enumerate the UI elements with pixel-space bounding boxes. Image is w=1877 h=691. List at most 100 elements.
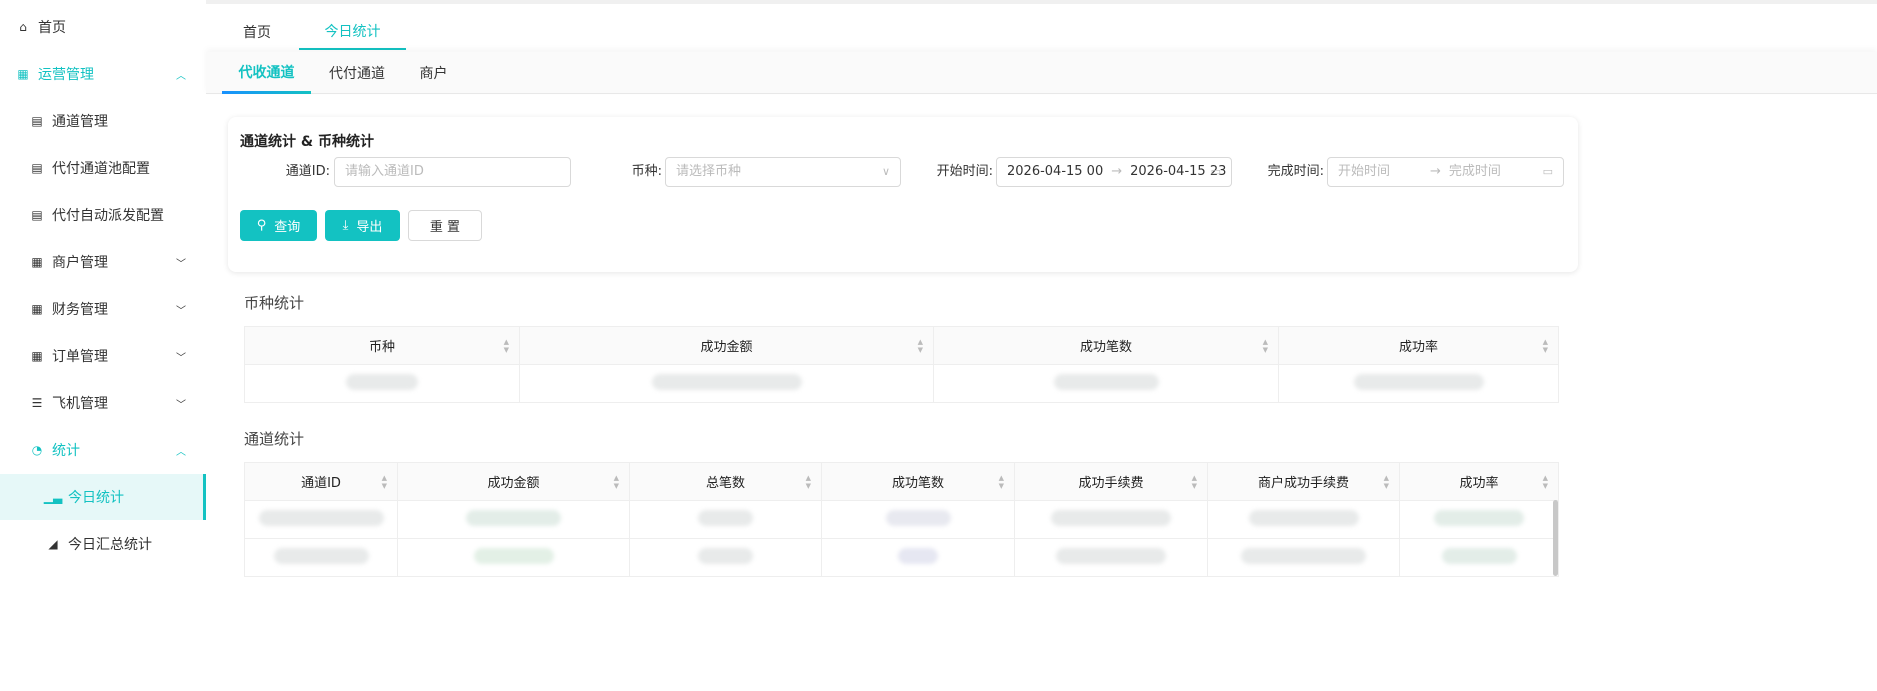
sidebar-item-payout-pool[interactable]: ▤ 代付通道池配置 [0, 145, 206, 191]
chevron-down-icon: ﹀ [176, 258, 186, 270]
grid-icon: ▦ [31, 349, 43, 363]
sidebar-item-merchant-management[interactable]: ▦ 商户管理 ﹀ [0, 239, 206, 285]
reset-button[interactable]: 重 置 [408, 210, 482, 241]
grid-icon: ▦ [17, 67, 29, 81]
channel-stats-title: 通道统计 [244, 430, 305, 448]
sidebar: ⌂ 首页 ▦ 运营管理 ︿ ▤ 通道管理 ▤ 代付通道池配置 ▤ 代付自动派发配置 ▦ 商户管… [0, 0, 206, 691]
bar-chart-icon: ▁▃ [43, 490, 63, 504]
tab-collection-channel[interactable]: 代收通道 [222, 52, 311, 94]
sidebar-item-statistics[interactable]: ◔ 统计 ︿ [0, 427, 206, 473]
redacted-cell [1248, 509, 1359, 526]
column-header[interactable]: 成功率 ▲ ▼ [1399, 462, 1559, 501]
sidebar-item-today-summary[interactable]: ◢ 今日汇总统计 [0, 521, 206, 567]
redacted-cell [1434, 509, 1524, 526]
sort-icon[interactable]: ▲ ▼ [1263, 338, 1268, 354]
calendar-icon: ▭ [1210, 165, 1221, 178]
sort-icon[interactable]: ▲ ▼ [614, 474, 619, 490]
tab-merchant[interactable]: 商户 [406, 52, 461, 94]
currency-label: 币种: [631, 164, 662, 179]
start-time-range[interactable]: 2026-04-15 00 → 2026-04-15 23 ▭ [996, 157, 1232, 187]
sidebar-item-home[interactable]: ⌂ 首页 [0, 4, 206, 50]
chevron-up-icon: ︿ [176, 70, 186, 82]
sort-icon[interactable]: ▲ ▼ [806, 474, 811, 490]
chevron-up-icon: ︿ [176, 446, 186, 458]
sidebar-item-operations[interactable]: ▦ 运营管理 ︿ [0, 51, 206, 97]
redacted-cell [1441, 547, 1517, 564]
redacted-cell [1241, 547, 1366, 564]
currency-stats-table: 币种 ▲ ▼ 成功金额 ▲ ▼ 成功笔数 ▲ ▼ 成功率 ▲ ▼ [244, 326, 1559, 403]
sort-icon[interactable]: ▲ ▼ [1384, 474, 1389, 490]
chevron-down-icon: ﹀ [176, 352, 186, 364]
channel-stats-table: 通道ID ▲ ▼ 成功金额 ▲ ▼ 总笔数 ▲ ▼ 成功笔数 ▲ ▼ 成功手续费 ▲ ▼ 商户成功手… [244, 462, 1559, 577]
chevron-down-icon: ∨ [881, 165, 890, 178]
finish-time-label: 完成时间: [1267, 164, 1324, 179]
sidebar-item-payout-auto-dispatch[interactable]: ▤ 代付自动派发配置 [0, 192, 206, 238]
export-button[interactable]: ⤓ 导出 [325, 210, 400, 241]
sort-icon[interactable]: ▲ ▼ [1192, 474, 1197, 490]
grid-icon: ▦ [31, 302, 43, 316]
area-chart-icon: ◢ [48, 537, 58, 551]
sort-icon[interactable]: ▲ ▼ [918, 338, 923, 354]
column-header[interactable]: 成功金额 ▲ ▼ [397, 462, 630, 501]
calendar-icon: ▭ [1542, 165, 1553, 178]
channel-id-label: 通道ID: [285, 164, 330, 179]
sort-icon[interactable]: ▲ ▼ [382, 474, 387, 490]
home-icon: ⌂ [19, 20, 27, 34]
chevron-down-icon: ﹀ [176, 399, 186, 411]
top-tab-bar: 首页 今日统计 [206, 0, 1877, 50]
arrow-right-icon: → [1430, 164, 1441, 179]
column-header[interactable]: 通道ID ▲ ▼ [244, 462, 398, 501]
sort-icon[interactable]: ▲ ▼ [1543, 474, 1548, 490]
table-row [244, 364, 1559, 403]
filter-title: 通道统计 & 币种统计 [240, 134, 374, 150]
channel-id-input[interactable]: 请输入通道ID [334, 157, 571, 187]
start-time-label: 开始时间: [936, 164, 993, 179]
sort-icon[interactable]: ▲ ▼ [999, 474, 1004, 490]
sort-icon[interactable]: ▲ ▼ [1543, 338, 1548, 354]
query-button[interactable]: ⚲ 查询 [240, 210, 317, 241]
redacted-cell [258, 509, 384, 526]
table-row [244, 538, 1559, 577]
redacted-cell [1353, 373, 1484, 390]
list-doc-icon: ▤ [31, 161, 43, 175]
tab-today-stats[interactable]: 今日统计 [299, 14, 406, 50]
finish-time-range[interactable]: 开始时间 → 完成时间 ▭ [1327, 157, 1564, 187]
column-header[interactable]: 总笔数 ▲ ▼ [629, 462, 822, 501]
tab-payout-channel[interactable]: 代付通道 [321, 52, 393, 94]
redacted-cell [273, 547, 369, 564]
currency-select[interactable]: 请选择币种 ∨ [665, 157, 901, 187]
sidebar-item-order-management[interactable]: ▦ 订单管理 ﹀ [0, 333, 206, 379]
sidebar-item-channel-management[interactable]: ▤ 通道管理 [0, 98, 206, 144]
column-header[interactable]: 币种 ▲ ▼ [244, 326, 520, 365]
list-doc-icon: ▤ [31, 208, 43, 222]
sidebar-item-finance-management[interactable]: ▦ 财务管理 ﹀ [0, 286, 206, 332]
redacted-cell [698, 509, 753, 526]
redacted-cell [466, 509, 561, 526]
download-icon: ⤓ [342, 218, 349, 233]
sidebar-item-telegram-management[interactable]: ☰ 飞机管理 ﹀ [0, 380, 206, 426]
pie-chart-icon: ◔ [31, 443, 43, 457]
redacted-cell [885, 509, 951, 526]
chevron-down-icon: ﹀ [176, 305, 186, 317]
column-header[interactable]: 成功手续费 ▲ ▼ [1014, 462, 1208, 501]
table-row [244, 500, 1559, 539]
redacted-cell [1053, 373, 1159, 390]
arrow-right-icon: → [1111, 164, 1123, 179]
currency-stats-title: 币种统计 [244, 294, 305, 312]
search-icon: ⚲ [256, 218, 267, 233]
redacted-cell [346, 373, 418, 390]
sort-icon[interactable]: ▲ ▼ [504, 338, 509, 354]
list-icon: ☰ [31, 396, 43, 410]
tab-home[interactable]: 首页 [224, 14, 290, 50]
column-header[interactable]: 成功率 ▲ ▼ [1278, 326, 1559, 365]
list-doc-icon: ▤ [31, 114, 43, 128]
sidebar-item-today-stats[interactable]: ▁▃ 今日统计 [0, 474, 206, 520]
sub-tab-bar: 代收通道 代付通道 商户 [206, 52, 1877, 94]
redacted-cell [651, 373, 802, 390]
column-header[interactable]: 商户成功手续费 ▲ ▼ [1207, 462, 1400, 501]
column-header[interactable]: 成功金额 ▲ ▼ [519, 326, 934, 365]
redacted-cell [898, 547, 938, 564]
table-scrollbar[interactable] [1553, 500, 1558, 576]
column-header[interactable]: 成功笔数 ▲ ▼ [933, 326, 1279, 365]
column-header[interactable]: 成功笔数 ▲ ▼ [821, 462, 1015, 501]
